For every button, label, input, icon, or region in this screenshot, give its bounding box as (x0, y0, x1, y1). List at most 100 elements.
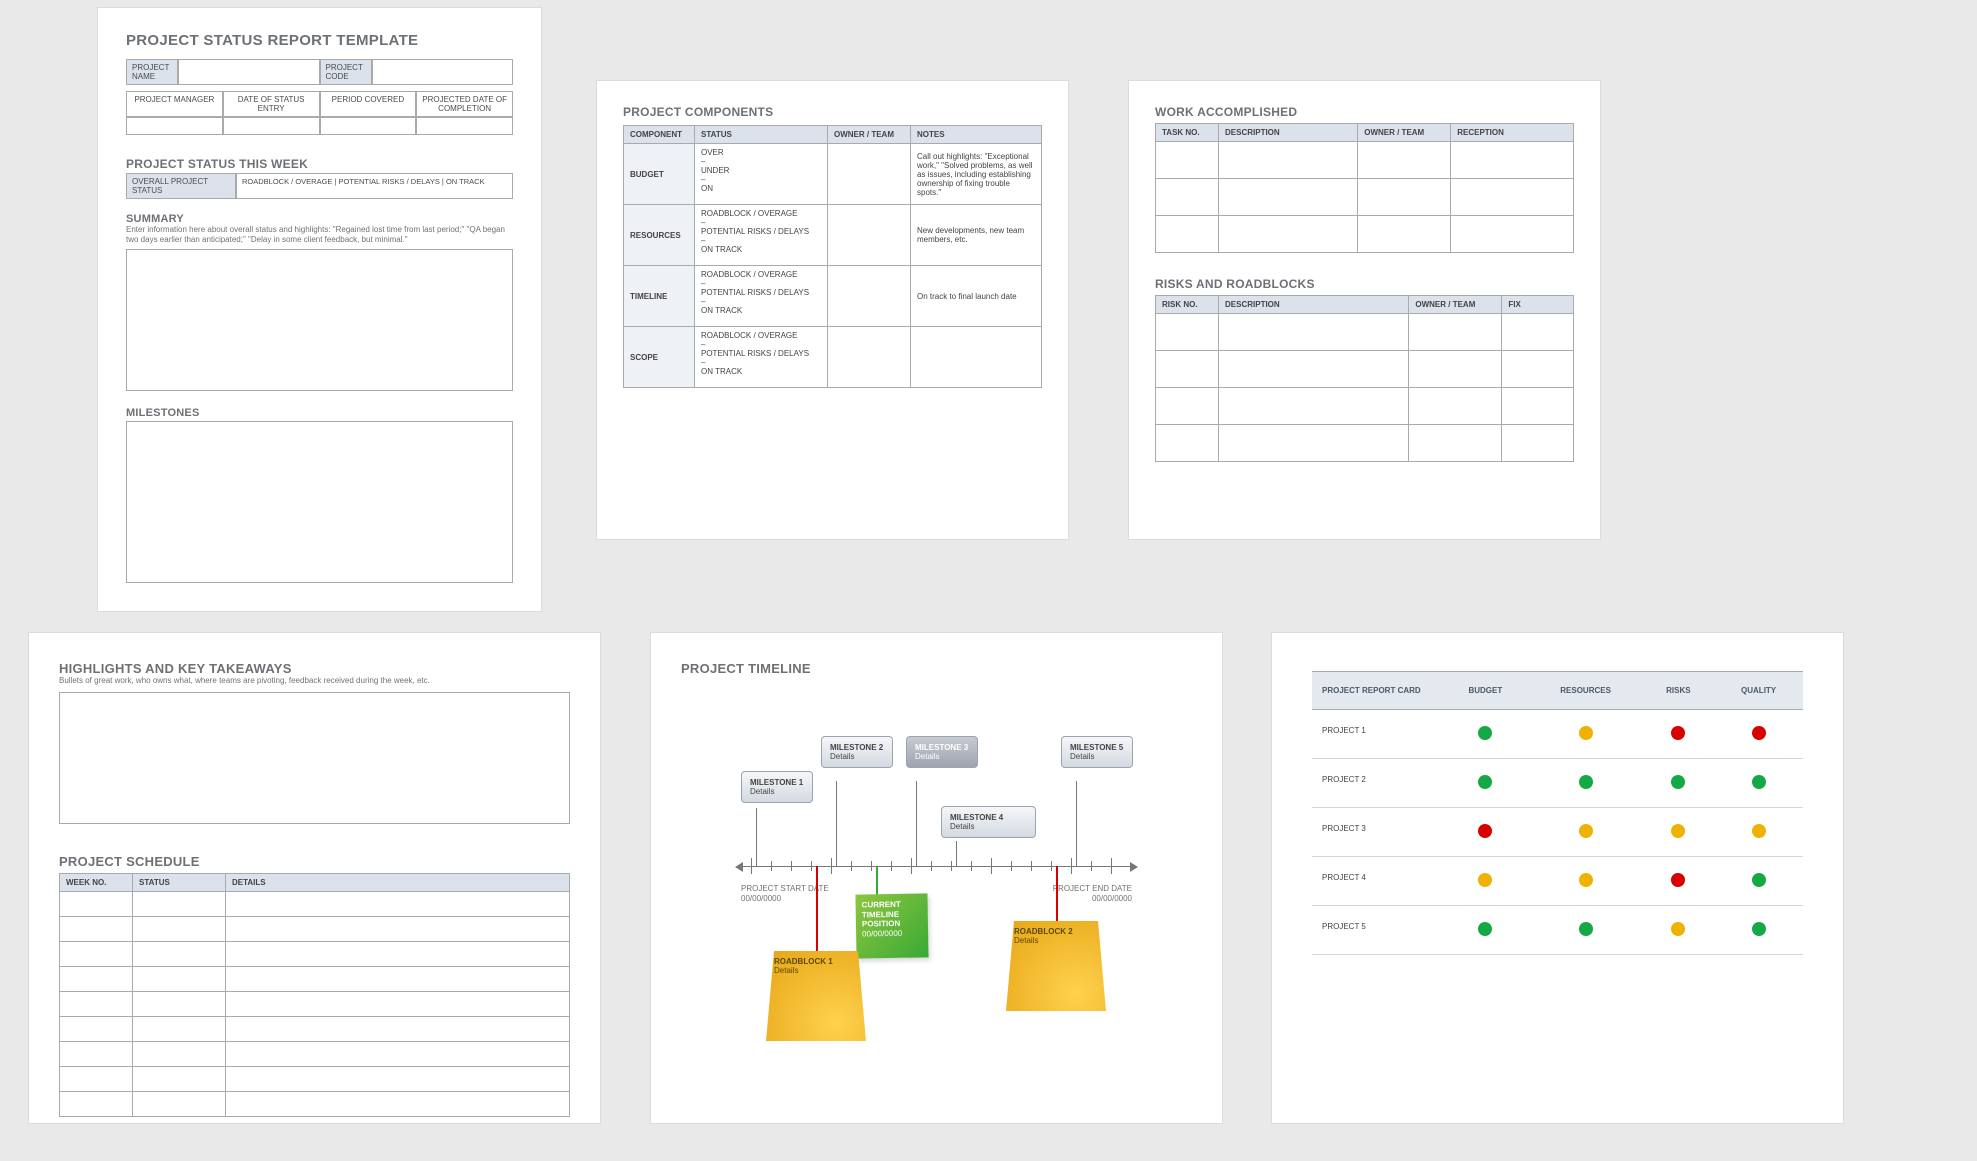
status-dot (1478, 726, 1492, 740)
status-dot (1671, 922, 1685, 936)
s-h1: STATUS (133, 874, 226, 892)
status-dot (1671, 824, 1685, 838)
roadblock-2[interactable]: ROADBLOCK 2Details (1006, 921, 1106, 1011)
arrow-left-icon (735, 862, 743, 872)
milestones-title: MILESTONES (126, 407, 513, 419)
report-card-table: PROJECT REPORT CARD BUDGET RESOURCES RIS… (1312, 671, 1803, 955)
status-dot (1752, 726, 1766, 740)
milestone-1[interactable]: MILESTONE 1Details (741, 771, 813, 803)
table-row: PROJECT 3 (1312, 808, 1803, 857)
status-dot (1671, 775, 1685, 789)
r-h1: DESCRIPTION (1219, 296, 1409, 314)
page-title: PROJECT STATUS REPORT TEMPLATE (126, 32, 513, 49)
template-page-1: PROJECT STATUS REPORT TEMPLATE PROJECT N… (97, 7, 542, 612)
end-label: PROJECT END DATE00/00/0000 (1053, 884, 1132, 904)
template-page-6: PROJECT REPORT CARD BUDGET RESOURCES RIS… (1271, 632, 1844, 1124)
table-row: SCOPEROADBLOCK / OVERAGE – POTENTIAL RIS… (624, 327, 1042, 388)
table-row: RESOURCESROADBLOCK / OVERAGE – POTENTIAL… (624, 205, 1042, 266)
status-dot (1478, 775, 1492, 789)
template-page-2: PROJECT COMPONENTS COMPONENT STATUS OWNE… (596, 80, 1069, 540)
w-h0: TASK NO. (1156, 124, 1219, 142)
table-row: TIMELINEROADBLOCK / OVERAGE – POTENTIAL … (624, 266, 1042, 327)
work-title: WORK ACCOMPLISHED (1155, 105, 1574, 119)
meta-val-2[interactable] (320, 117, 417, 135)
components-title: PROJECT COMPONENTS (623, 105, 1042, 119)
status-dot (1579, 873, 1593, 887)
timeline-axis (741, 866, 1132, 867)
table-row: PROJECT 4 (1312, 857, 1803, 906)
r-h2: OWNER / TEAM (1409, 296, 1502, 314)
work-table: TASK NO. DESCRIPTION OWNER / TEAM RECEPT… (1155, 123, 1574, 253)
status-dot (1752, 824, 1766, 838)
input-project-name[interactable] (178, 59, 320, 85)
summary-title: SUMMARY (126, 213, 513, 225)
rc-c0: BUDGET (1442, 672, 1529, 710)
comp-h3: NOTES (911, 126, 1042, 144)
schedule-title: PROJECT SCHEDULE (59, 854, 570, 869)
meta-val-1[interactable] (223, 117, 320, 135)
milestone-4[interactable]: MILESTONE 4Details (941, 806, 1036, 838)
comp-h2: OWNER / TEAM (828, 126, 911, 144)
meta-2: PERIOD COVERED (320, 91, 417, 117)
status-dot (1671, 873, 1685, 887)
status-dot (1478, 824, 1492, 838)
arrow-right-icon (1130, 862, 1138, 872)
status-dot (1579, 922, 1593, 936)
comp-h0: COMPONENT (624, 126, 695, 144)
rc-c1: RESOURCES (1529, 672, 1643, 710)
w-h2: OWNER / TEAM (1358, 124, 1451, 142)
status-dot (1752, 775, 1766, 789)
label-project-code: PROJECT CODE (320, 59, 372, 85)
roadblock-1[interactable]: ROADBLOCK 1Details (766, 951, 866, 1041)
template-page-3: WORK ACCOMPLISHED TASK NO. DESCRIPTION O… (1128, 80, 1601, 540)
risks-table: RISK NO. DESCRIPTION OWNER / TEAM FIX (1155, 295, 1574, 462)
summary-area[interactable] (126, 249, 513, 391)
status-dot (1752, 922, 1766, 936)
status-dot (1579, 824, 1593, 838)
milestone-5[interactable]: MILESTONE 5Details (1061, 736, 1133, 768)
template-page-5: PROJECT TIMELINE PROJECT START DATE00/00… (650, 632, 1223, 1124)
label-project-name: PROJECT NAME (126, 59, 178, 85)
rc-c2: RISKS (1643, 672, 1715, 710)
overall-status-legend: ROADBLOCK / OVERAGE | POTENTIAL RISKS / … (236, 173, 513, 199)
table-row: BUDGETOVER – UNDER – ONCall out highligh… (624, 144, 1042, 205)
w-h1: DESCRIPTION (1219, 124, 1358, 142)
status-dot (1752, 873, 1766, 887)
highlights-title: HIGHLIGHTS AND KEY TAKEAWAYS (59, 661, 570, 676)
overall-status-label: OVERALL PROJECT STATUS (126, 173, 236, 199)
r-h3: FIX (1502, 296, 1574, 314)
status-dot (1478, 922, 1492, 936)
s-h2: DETAILS (226, 874, 570, 892)
meta-1: DATE OF STATUS ENTRY (223, 91, 320, 117)
milestone-3[interactable]: MILESTONE 3Details (906, 736, 978, 768)
summary-hint: Enter information here about overall sta… (126, 225, 513, 245)
rc-title: PROJECT REPORT CARD (1312, 672, 1442, 710)
highlights-hint: Bullets of great work, who owns what, wh… (59, 676, 570, 686)
highlights-area[interactable] (59, 692, 570, 824)
status-dot (1579, 726, 1593, 740)
components-table: COMPONENT STATUS OWNER / TEAM NOTES BUDG… (623, 125, 1042, 388)
rc-c3: QUALITY (1714, 672, 1803, 710)
status-week-title: PROJECT STATUS THIS WEEK (126, 157, 513, 171)
meta-val-0[interactable] (126, 117, 223, 135)
comp-h1: STATUS (695, 126, 828, 144)
timeline-title: PROJECT TIMELINE (681, 661, 1192, 676)
template-page-4: HIGHLIGHTS AND KEY TAKEAWAYS Bullets of … (28, 632, 601, 1124)
w-h3: RECEPTION (1451, 124, 1574, 142)
schedule-table: WEEK NO. STATUS DETAILS (59, 873, 570, 1117)
meta-0: PROJECT MANAGER (126, 91, 223, 117)
status-dot (1579, 775, 1593, 789)
r-h0: RISK NO. (1156, 296, 1219, 314)
table-row: PROJECT 2 (1312, 759, 1803, 808)
milestones-area[interactable] (126, 421, 513, 583)
current-position-note[interactable]: CURRENT TIMELINE POSITION00/00/0000 (855, 893, 928, 958)
status-dot (1671, 726, 1685, 740)
meta-3: PROJECTED DATE OF COMPLETION (416, 91, 513, 117)
s-h0: WEEK NO. (60, 874, 133, 892)
milestone-2[interactable]: MILESTONE 2Details (821, 736, 893, 768)
status-dot (1478, 873, 1492, 887)
table-row: PROJECT 1 (1312, 710, 1803, 759)
table-row: PROJECT 5 (1312, 906, 1803, 955)
input-project-code[interactable] (372, 59, 514, 85)
meta-val-3[interactable] (416, 117, 513, 135)
